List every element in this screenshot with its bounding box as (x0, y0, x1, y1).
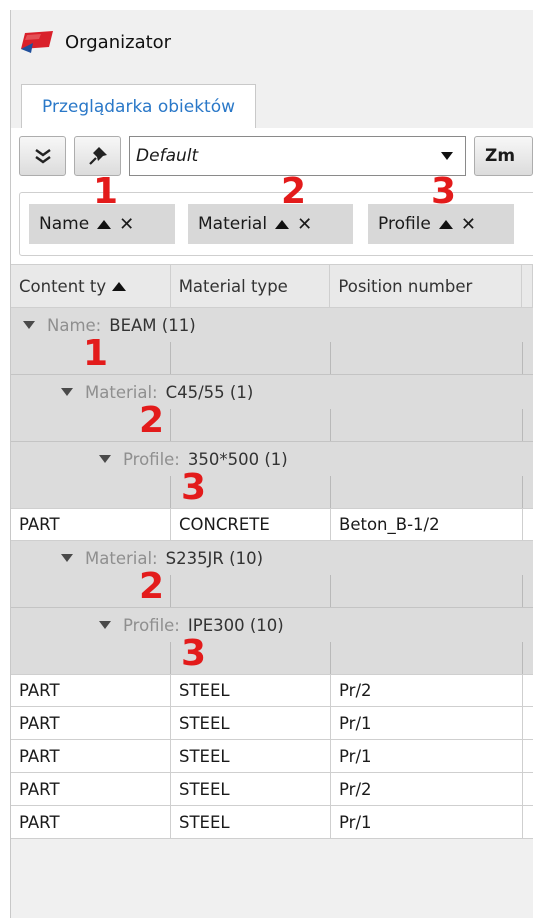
expand-all-button[interactable] (19, 136, 67, 176)
remove-icon[interactable]: ✕ (119, 214, 134, 235)
table-row[interactable]: PART STEEL Pr/2 (11, 674, 533, 707)
column-header-position-number[interactable]: Position number (330, 265, 522, 307)
group-chip-label: Material (198, 214, 268, 234)
collapse-triangle-icon[interactable] (99, 455, 111, 463)
group-chip-name[interactable]: Name ✕ (29, 204, 175, 244)
pin-button[interactable] (74, 136, 122, 176)
remove-icon[interactable]: ✕ (461, 214, 476, 235)
table-row[interactable]: PART STEEL Pr/1 (11, 707, 533, 740)
table-row[interactable]: PART STEEL Pr/1 (11, 806, 533, 839)
tab-strip: Przeglądarka obiektów (11, 74, 533, 128)
table-row[interactable]: PART STEEL Pr/1 (11, 740, 533, 773)
annotation-1: 1 (83, 333, 109, 374)
expand-all-icon (34, 149, 51, 164)
annotation-3: 3 (181, 633, 207, 674)
tab-object-browser[interactable]: Przeglądarka obiektów (21, 84, 257, 128)
grouping-panel: 1 Name ✕ 2 Material ✕ 3 Profile ✕ (11, 174, 533, 264)
data-grid: Name: BEAM (11) 1 Material: C45/55 (1) 2… (11, 308, 533, 839)
sort-asc-icon[interactable] (438, 219, 453, 229)
collapse-triangle-icon[interactable] (61, 388, 73, 396)
group-row-material[interactable]: Material: S235JR (10) 2 (11, 541, 533, 607)
zm-button[interactable]: Zm (474, 136, 533, 176)
sort-asc-icon[interactable] (97, 219, 112, 229)
group-row-name[interactable]: Name: BEAM (11) 1 (11, 308, 533, 374)
window-title: Organizator (65, 31, 172, 53)
remove-icon[interactable]: ✕ (297, 214, 312, 235)
annotation-2: 2 (139, 400, 165, 441)
sort-asc-icon[interactable] (275, 219, 290, 229)
view-combobox[interactable]: Default (129, 136, 467, 176)
group-chip-label: Name (39, 214, 90, 234)
group-row-material[interactable]: Material: C45/55 (1) 2 (11, 374, 533, 441)
group-chip-material[interactable]: Material ✕ (188, 204, 353, 244)
table-row[interactable]: PART STEEL Pr/2 (11, 773, 533, 806)
combo-value: Default (136, 146, 199, 166)
sort-asc-icon (112, 281, 127, 291)
column-header-content-type[interactable]: Content ty (11, 265, 171, 307)
column-header-row: Content ty Material type Position number (11, 264, 533, 308)
dropdown-arrow-icon (441, 152, 454, 160)
annotation-3: 3 (181, 467, 207, 508)
column-header-material-type[interactable]: Material type (171, 265, 331, 307)
group-row-profile[interactable]: Profile: 350*500 (1) 3 (11, 441, 533, 508)
pin-icon (88, 147, 107, 165)
group-chip-profile[interactable]: Profile ✕ (368, 204, 514, 244)
organizer-window: Organizator Przeglądarka obiektów Defaul… (10, 10, 533, 918)
table-row[interactable]: PART CONCRETE Beton_B-1/2 (11, 508, 533, 541)
app-logo-icon (19, 29, 55, 55)
collapse-triangle-icon[interactable] (61, 554, 73, 562)
title-bar: Organizator (11, 10, 533, 74)
collapse-triangle-icon[interactable] (99, 621, 111, 629)
collapse-triangle-icon[interactable] (23, 321, 35, 329)
group-row-profile[interactable]: Profile: IPE300 (10) 3 (11, 607, 533, 674)
group-chip-label: Profile (378, 214, 431, 234)
annotation-2: 2 (139, 566, 165, 607)
